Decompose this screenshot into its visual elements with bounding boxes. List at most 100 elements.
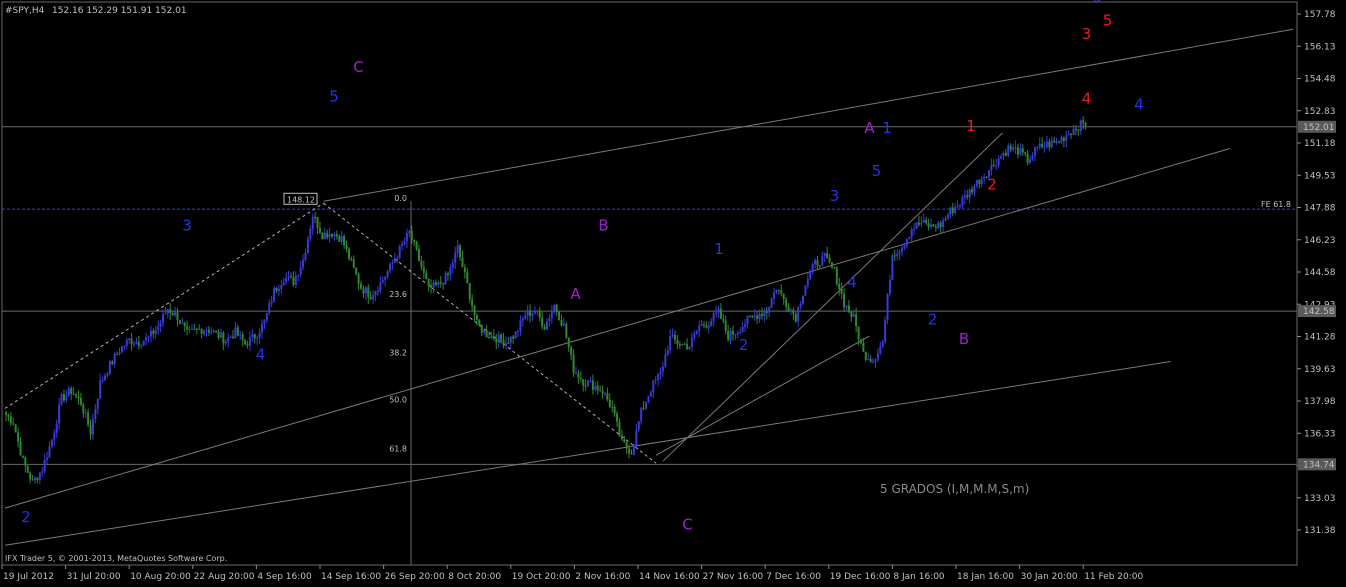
bear-candle	[89, 425, 92, 435]
bull-candle	[449, 267, 452, 275]
bear-candle	[1084, 122, 1087, 126]
bull-candle	[546, 321, 548, 330]
bear-candle	[676, 339, 679, 345]
bear-candle	[468, 283, 471, 300]
bull-candle	[647, 396, 650, 403]
y-tick-label: 152.83	[1304, 107, 1336, 117]
bear-candle	[420, 260, 423, 268]
wave-label-purple: C	[682, 516, 692, 534]
bear-candle	[502, 339, 505, 346]
bull-candle	[930, 224, 933, 228]
bull-candle	[294, 276, 297, 285]
bull-candle	[490, 335, 493, 339]
bear-candle	[613, 407, 616, 414]
bear-candle	[200, 329, 203, 334]
wave-label-red: 4	[1082, 90, 1092, 108]
bull-candle	[963, 195, 966, 198]
bull-candle	[910, 229, 913, 237]
bear-candle	[343, 235, 346, 246]
bull-candle	[845, 305, 848, 308]
y-tick-label: 146.23	[1304, 236, 1336, 246]
bear-candle	[719, 308, 722, 320]
bull-candle	[949, 207, 952, 215]
bull-candle	[340, 235, 343, 242]
bear-candle	[787, 306, 790, 312]
bull-candle	[770, 298, 773, 308]
bull-candle	[263, 320, 266, 324]
bull-candle	[135, 341, 138, 344]
wave-label-blue: 4	[1134, 95, 1144, 113]
bull-candle	[1065, 135, 1068, 141]
bear-candle	[1053, 140, 1056, 143]
bear-candle	[702, 324, 705, 326]
bull-candle	[50, 439, 53, 447]
bear-candle	[611, 406, 614, 408]
bear-candle	[765, 311, 768, 313]
bull-candle	[635, 429, 638, 446]
bear-candle	[152, 330, 155, 334]
bear-candle	[355, 267, 358, 275]
bull-candle	[304, 252, 307, 260]
bull-candle	[533, 311, 536, 314]
bear-candle	[207, 329, 210, 333]
bear-candle	[731, 330, 734, 335]
bear-candle	[751, 315, 754, 317]
bear-candle	[417, 249, 420, 261]
price-tag-label: 134.74	[1303, 460, 1335, 470]
x-tick-label: 19 Dec 16:00	[830, 572, 891, 582]
bull-candle	[282, 282, 285, 285]
bear-candle	[792, 309, 795, 314]
price-chart[interactable]: 0.023.638.250.061.8148.12 2345CBAC12345A…	[0, 0, 1346, 587]
bull-candle	[1072, 128, 1075, 135]
bear-candle	[582, 379, 585, 386]
bull-candle	[1019, 148, 1022, 155]
y-tick-label: 137.98	[1304, 397, 1336, 407]
x-tick-label: 19 Jul 2012	[3, 572, 54, 582]
bear-candle	[439, 282, 442, 284]
wave-label-blue: 4	[847, 273, 857, 291]
bull-candle	[364, 287, 367, 294]
bull-candle	[922, 219, 925, 223]
bear-candle	[606, 392, 609, 400]
bear-candle	[241, 334, 244, 341]
bear-candle	[529, 310, 532, 316]
bull-candle	[437, 282, 440, 285]
bull-candle	[898, 251, 901, 254]
bull-candle	[323, 232, 326, 240]
bull-candle	[287, 276, 290, 279]
bull-candle	[270, 301, 273, 304]
y-tick-label: 139.63	[1304, 365, 1336, 375]
bull-candle	[707, 325, 710, 328]
x-tick-label: 4 Sep 16:00	[257, 572, 312, 582]
bear-candle	[785, 299, 788, 307]
bull-candle	[958, 205, 961, 207]
bear-candle	[724, 320, 727, 331]
bear-candle	[1004, 152, 1007, 156]
bear-candle	[572, 354, 575, 374]
bull-candle	[736, 332, 739, 335]
bull-candle	[256, 337, 259, 339]
bull-candle	[106, 373, 109, 376]
x-tick-label: 7 Dec 16:00	[766, 572, 821, 582]
bear-candle	[558, 311, 561, 321]
bull-candle	[589, 380, 592, 382]
bull-candle	[154, 329, 157, 334]
bull-candle	[91, 419, 94, 435]
bull-candle	[234, 327, 237, 339]
high-marker-label: 148.12	[287, 195, 315, 204]
bull-candle	[120, 346, 123, 353]
bull-candle	[968, 189, 971, 198]
bear-candle	[24, 457, 27, 466]
bear-candle	[705, 325, 708, 328]
bull-candle	[908, 236, 911, 240]
fib-level-label: 23.6	[389, 290, 407, 299]
bear-candle	[826, 253, 829, 258]
bear-candle	[543, 326, 546, 330]
bear-candle	[130, 338, 133, 345]
x-tick-label: 22 Aug 20:00	[194, 572, 255, 582]
wave-label-blue: 4	[256, 346, 266, 364]
bull-candle	[587, 380, 590, 386]
bull-candle	[700, 324, 703, 327]
bear-candle	[722, 319, 725, 321]
bear-candle	[782, 293, 785, 300]
